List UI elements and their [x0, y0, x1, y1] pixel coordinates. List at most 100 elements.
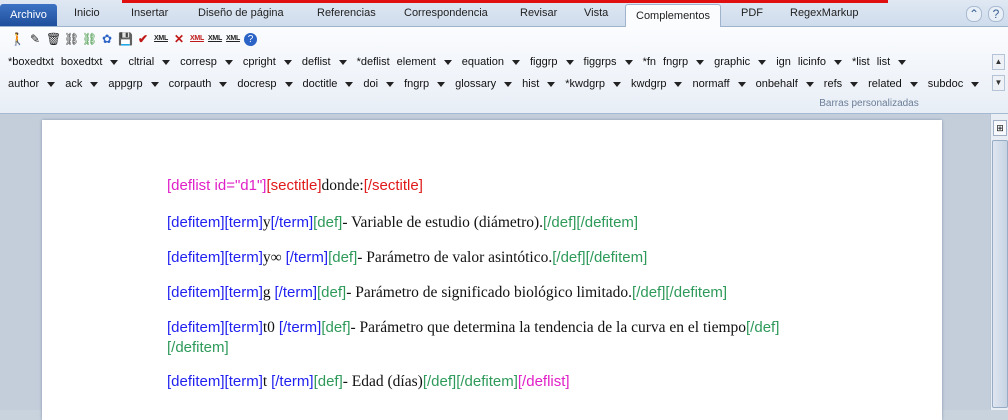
- dropdown-arrow-icon[interactable]: [674, 81, 683, 87]
- markup-button-3[interactable]: corpauth: [169, 78, 212, 90]
- tab-archivo[interactable]: Archivo: [0, 4, 57, 26]
- markup-button-7[interactable]: fngrp: [404, 78, 429, 90]
- markup-button-4[interactable]: docresp: [237, 78, 276, 90]
- save-icon[interactable]: 💾: [118, 31, 133, 47]
- dropdown-arrow-icon[interactable]: [443, 59, 452, 65]
- dropdown-arrow-icon[interactable]: [898, 59, 907, 65]
- markup-button-1[interactable]: boxedtxt: [61, 56, 103, 68]
- markup-button-2[interactable]: cltrial: [128, 56, 154, 68]
- link-icon[interactable]: ⛓: [64, 31, 79, 47]
- dropdown-arrow-icon[interactable]: [338, 59, 347, 65]
- markup-button-10[interactable]: *kwdgrp: [565, 78, 605, 90]
- help-icon[interactable]: ?: [988, 6, 1004, 22]
- person-icon[interactable]: 🚶: [10, 31, 25, 47]
- markup-button-1[interactable]: ack: [65, 78, 82, 90]
- dropdown-arrow-icon[interactable]: [386, 81, 395, 87]
- markup-buttons-row-2: author ack appgrp corpauth docresp doctitle do…: [8, 78, 989, 90]
- markup-button-17[interactable]: list: [877, 56, 890, 68]
- markup-button-15[interactable]: related: [868, 78, 902, 90]
- xml-check-icon[interactable]: XML: [208, 31, 222, 47]
- minimize-ribbon-icon[interactable]: ⌃: [966, 6, 982, 22]
- xml-delete-icon[interactable]: XML: [190, 31, 204, 47]
- markup-button-3[interactable]: corresp: [180, 56, 217, 68]
- tab-inicio[interactable]: Inicio: [74, 7, 100, 19]
- dropdown-arrow-icon[interactable]: [437, 81, 446, 87]
- dropdown-arrow-icon[interactable]: [345, 81, 354, 87]
- dropdown-arrow-icon[interactable]: [150, 81, 159, 87]
- markup-button-7[interactable]: element: [397, 56, 436, 68]
- tab-insertar[interactable]: Insertar: [131, 7, 168, 19]
- dropdown-arrow-icon[interactable]: [284, 81, 293, 87]
- dropdown-arrow-icon[interactable]: [283, 59, 292, 65]
- scrollbar-thumb[interactable]: [992, 140, 1008, 408]
- dropdown-arrow-icon[interactable]: [110, 59, 119, 65]
- row-scroll-down-icon[interactable]: ▼: [992, 75, 1005, 91]
- tab-revisar[interactable]: Revisar: [520, 7, 557, 19]
- markup-button-16[interactable]: *list: [852, 56, 870, 68]
- markup-button-14[interactable]: ign: [776, 56, 791, 68]
- markup-button-9[interactable]: figgrp: [530, 56, 558, 68]
- dropdown-arrow-icon[interactable]: [909, 81, 918, 87]
- markup-button-10[interactable]: figgrps: [584, 56, 617, 68]
- markup-button-15[interactable]: licinfo: [798, 56, 826, 68]
- pencil-icon[interactable]: ✎: [28, 31, 42, 47]
- tab-complementos[interactable]: Complementos: [625, 4, 721, 27]
- dropdown-arrow-icon[interactable]: [850, 81, 859, 87]
- tab-pdf[interactable]: PDF: [741, 7, 763, 19]
- markup-button-4[interactable]: cpright: [243, 56, 276, 68]
- markup-button-12[interactable]: normaff: [692, 78, 729, 90]
- dropdown-arrow-icon[interactable]: [565, 59, 574, 65]
- tab-vista[interactable]: Vista: [584, 7, 608, 19]
- markup-button-14[interactable]: refs: [824, 78, 842, 90]
- xml-icon[interactable]: XML: [154, 31, 168, 47]
- dropdown-arrow-icon[interactable]: [834, 59, 842, 65]
- tab-diseno-pagina[interactable]: Diseño de página: [198, 7, 284, 19]
- dropdown-arrow-icon[interactable]: [696, 59, 705, 65]
- markup-button-12[interactable]: fngrp: [663, 56, 688, 68]
- dropdown-arrow-icon[interactable]: [624, 59, 633, 65]
- markup-button-11[interactable]: kwdgrp: [631, 78, 666, 90]
- help-icon[interactable]: ?: [244, 32, 257, 46]
- xml-file-icon[interactable]: XML: [226, 31, 240, 47]
- markup-button-8[interactable]: equation: [462, 56, 504, 68]
- check-icon[interactable]: ✔: [136, 31, 150, 47]
- markup-button-13[interactable]: onbehalf: [756, 78, 798, 90]
- markup-button-6[interactable]: *deflist: [357, 56, 390, 68]
- tab-referencias[interactable]: Referencias: [317, 7, 376, 19]
- markup-button-11[interactable]: *fn: [643, 56, 656, 68]
- row-scroll-up-icon[interactable]: ▲: [992, 54, 1005, 70]
- markup-button-8[interactable]: glossary: [455, 78, 496, 90]
- dropdown-arrow-icon[interactable]: [224, 59, 233, 65]
- dropdown-arrow-icon[interactable]: [547, 81, 556, 87]
- dropdown-arrow-icon[interactable]: [805, 81, 814, 87]
- ruler-toggle-icon[interactable]: ⊞: [993, 120, 1007, 136]
- dropdown-arrow-icon[interactable]: [90, 81, 99, 87]
- dropdown-arrow-icon[interactable]: [758, 59, 767, 65]
- markup-button-5[interactable]: doctitle: [303, 78, 338, 90]
- markup-button-6[interactable]: doi: [363, 78, 378, 90]
- dropdown-arrow-icon[interactable]: [47, 81, 56, 87]
- markup-button-9[interactable]: hist: [522, 78, 539, 90]
- close-icon[interactable]: ✕: [172, 31, 186, 47]
- dropdown-arrow-icon[interactable]: [162, 59, 171, 65]
- markup-button-16[interactable]: subdoc: [928, 78, 963, 90]
- trash-icon[interactable]: 🗑: [46, 31, 61, 47]
- dropdown-arrow-icon[interactable]: [971, 81, 980, 87]
- markup-button-0[interactable]: *boxedtxt: [8, 56, 54, 68]
- document-page[interactable]: [deflist id="d1"][sectitle]donde:[/secti…: [42, 120, 942, 420]
- tab-correspondencia[interactable]: Correspondencia: [404, 7, 488, 19]
- link-color-icon[interactable]: ⛓: [82, 31, 97, 47]
- markup-button-13[interactable]: graphic: [714, 56, 750, 68]
- vertical-scrollbar[interactable]: ⊞: [990, 114, 1008, 410]
- dropdown-arrow-icon[interactable]: [737, 81, 746, 87]
- markup-button-2[interactable]: appgrp: [108, 78, 142, 90]
- palette-icon[interactable]: ✿: [100, 31, 114, 47]
- tab-regexmarkup[interactable]: RegexMarkup: [790, 7, 858, 19]
- markup-button-0[interactable]: author: [8, 78, 39, 90]
- dropdown-arrow-icon[interactable]: [613, 81, 622, 87]
- dropdown-arrow-icon[interactable]: [219, 81, 228, 87]
- markup-button-5[interactable]: deflist: [302, 56, 331, 68]
- dropdown-arrow-icon[interactable]: [512, 59, 520, 65]
- markup-text: [defitem]: [167, 284, 225, 301]
- dropdown-arrow-icon[interactable]: [504, 81, 513, 87]
